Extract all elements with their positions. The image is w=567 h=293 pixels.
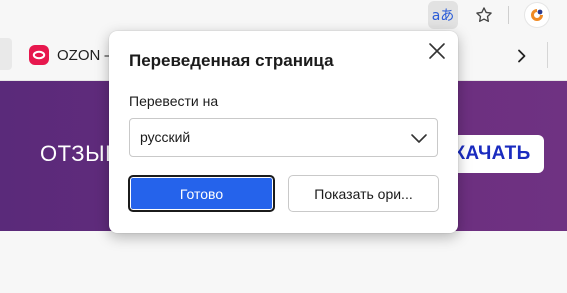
star-icon: [476, 7, 492, 23]
done-button[interactable]: Готово: [128, 175, 275, 212]
translate-button[interactable]: aあ: [428, 1, 458, 29]
banner-button-label: КАЧАТЬ: [453, 143, 531, 164]
popup-title: Переведенная страница: [129, 51, 334, 70]
close-icon: [429, 43, 445, 59]
bookmarks-divider: [547, 42, 548, 68]
show-original-button-label: Показать ори...: [314, 185, 413, 202]
bookmark-folder-stub[interactable]: [0, 38, 12, 70]
translate-popup: Переведенная страница Перевести на русск…: [109, 31, 458, 233]
favorite-star-button[interactable]: [469, 1, 499, 29]
bookmark-label: OZON –: [57, 46, 113, 64]
chevron-down-icon: [411, 134, 427, 143]
close-button[interactable]: [425, 39, 449, 63]
ozon-icon: [29, 45, 49, 65]
profile-avatar: [525, 3, 549, 27]
toolbar-separator: [508, 6, 509, 24]
language-select[interactable]: русский: [129, 118, 438, 157]
show-original-button[interactable]: Показать ори...: [288, 175, 439, 212]
bookmark-item-ozon[interactable]: OZON –: [29, 44, 113, 66]
done-button-label: Готово: [179, 185, 224, 202]
chevron-right-icon: [518, 49, 526, 63]
browser-toolbar: aあ: [0, 0, 567, 30]
translate-icon: aあ: [431, 8, 455, 24]
profile-logo-icon: [531, 9, 543, 21]
bookmarks-overflow-button[interactable]: [512, 46, 532, 66]
profile-button[interactable]: [522, 1, 552, 29]
language-select-value: русский: [140, 129, 191, 145]
translate-to-label: Перевести на: [129, 93, 219, 109]
page-body: [0, 231, 567, 293]
